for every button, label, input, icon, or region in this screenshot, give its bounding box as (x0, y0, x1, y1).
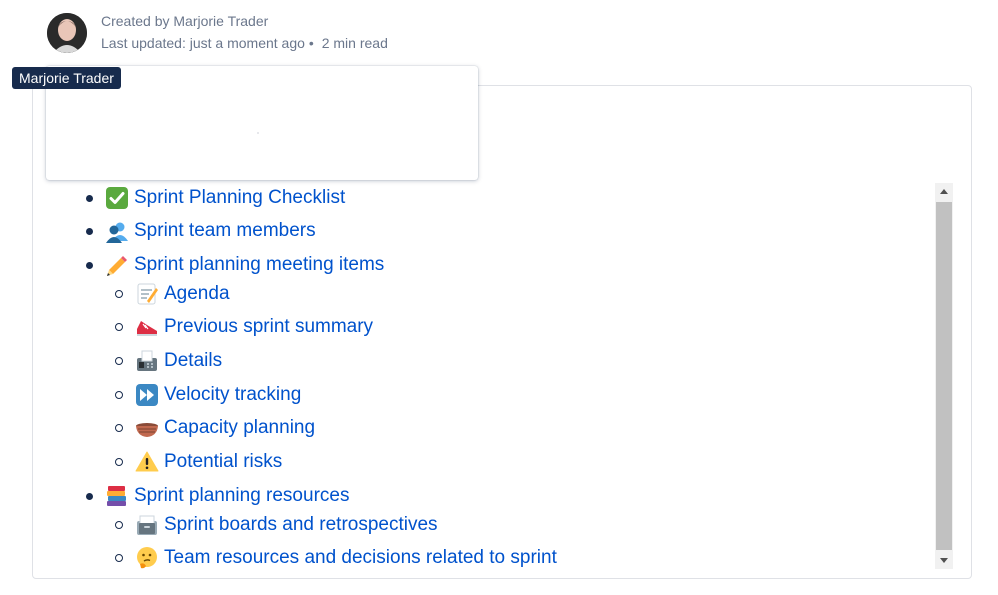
created-by: Created by Marjorie Trader (101, 13, 269, 29)
loading-indicator (257, 132, 259, 134)
card-file-box-icon (134, 512, 160, 538)
toc-link-velocity-tracking[interactable]: Velocity tracking (164, 384, 301, 406)
toc-link-potential-risks[interactable]: Potential risks (164, 451, 282, 473)
bullet (115, 554, 123, 562)
books-icon (104, 483, 130, 509)
scroll-up-button[interactable] (935, 183, 953, 201)
bullet (86, 227, 93, 235)
toc-link-previous-sprint-summary[interactable]: Previous sprint summary (164, 316, 373, 338)
scroll-thumb[interactable] (936, 202, 952, 550)
toc-item[interactable]: Previous sprint summary (115, 312, 373, 342)
toc-link-agenda[interactable]: Agenda (164, 283, 230, 305)
bullet (115, 357, 123, 365)
toc-item[interactable]: Team resources and decisions related to … (115, 543, 557, 573)
bullet (115, 391, 123, 399)
toc-link-sprint-team-members[interactable]: Sprint team members (134, 220, 316, 242)
separator: • (308, 35, 314, 51)
bullet (115, 290, 123, 298)
toc-item[interactable]: Sprint boards and retrospectives (115, 510, 438, 540)
toc-link-capacity-planning[interactable]: Capacity planning (164, 417, 315, 439)
fax-machine-icon (134, 348, 160, 374)
byline: Created by Marjorie Trader Last updated:… (101, 10, 388, 54)
running-shoe-icon (134, 314, 160, 340)
toc-item[interactable]: Sprint Planning Checklist (86, 183, 345, 213)
check-mark-button-icon (104, 185, 130, 211)
bullet (86, 194, 93, 202)
bullet (115, 521, 123, 529)
toc-link-sprint-planning-resources[interactable]: Sprint planning resources (134, 485, 349, 507)
bullet (86, 261, 93, 269)
scroll-down-button[interactable] (935, 551, 953, 569)
toc-item[interactable]: Potential risks (115, 447, 282, 477)
meta-row: Last updated: just a moment ago • 2 min r… (101, 32, 388, 54)
toc-link-sprint-boards-and-retrospectives[interactable]: Sprint boards and retrospectives (164, 514, 438, 536)
avatar[interactable] (47, 13, 87, 53)
toc-item[interactable]: Capacity planning (115, 413, 315, 443)
scrollbar[interactable] (935, 183, 953, 569)
last-updated[interactable]: Last updated: just a moment ago (101, 35, 305, 51)
bullet (115, 424, 123, 432)
read-time: 2 min read (321, 35, 388, 51)
toc-item[interactable]: Agenda (115, 279, 230, 309)
pencil-icon (104, 252, 130, 278)
toc-item[interactable]: Sprint planning resources (86, 481, 349, 511)
user-tooltip: Marjorie Trader (12, 67, 121, 89)
bullet (115, 458, 123, 466)
toc-link-sprint-planning-checklist[interactable]: Sprint Planning Checklist (134, 187, 345, 209)
memo-icon (134, 281, 160, 307)
bullet (115, 323, 123, 331)
toc-link-team-resources-and-decisions[interactable]: Team resources and decisions related to … (164, 547, 557, 569)
toc-item[interactable]: Velocity tracking (115, 380, 301, 410)
toc-item[interactable]: Sprint planning meeting items (86, 250, 384, 280)
thinking-face-icon (134, 545, 160, 571)
toc-item[interactable]: Sprint team members (86, 216, 316, 246)
toc-link-details[interactable]: Details (164, 350, 222, 372)
bullet (86, 492, 93, 500)
toc-item[interactable]: Details (115, 346, 222, 376)
basket-icon (134, 415, 160, 441)
fast-forward-icon (134, 382, 160, 408)
toc-link-sprint-planning-meeting-items[interactable]: Sprint planning meeting items (134, 254, 384, 276)
people-icon (104, 218, 130, 244)
warning-icon (134, 449, 160, 475)
